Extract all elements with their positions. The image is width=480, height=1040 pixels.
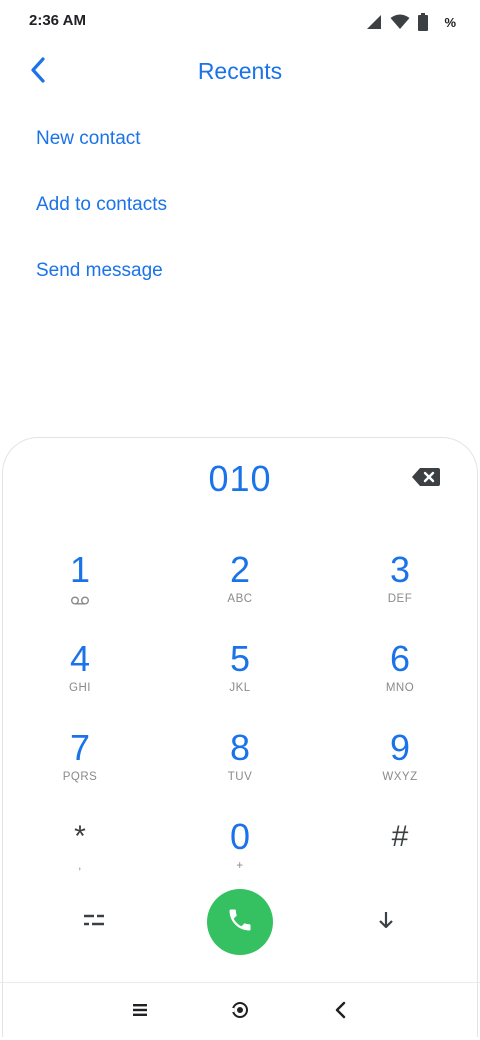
key-1[interactable]: 1 bbox=[20, 548, 140, 628]
key-letters: PQRS bbox=[62, 771, 98, 783]
key-digit: * bbox=[74, 820, 86, 853]
key-3[interactable]: 3 DEF bbox=[340, 548, 460, 628]
dialpad-options-icon bbox=[82, 911, 106, 934]
status-time: 2:36 AM bbox=[29, 12, 86, 29]
key-7[interactable]: 7 PQRS bbox=[20, 726, 140, 806]
key-letters: DEF bbox=[387, 593, 413, 605]
key-digit: 3 bbox=[389, 549, 411, 590]
dialer-screen: 2:36 AM % Recents New contact Add to con… bbox=[0, 0, 480, 1040]
chevron-left-icon bbox=[30, 56, 46, 88]
key-digit: 4 bbox=[69, 638, 91, 679]
key-digit: 5 bbox=[229, 638, 251, 679]
dialpad-options-button[interactable] bbox=[74, 906, 114, 938]
key-letters: GHI bbox=[69, 682, 91, 694]
key-letters: TUV bbox=[227, 771, 253, 783]
call-button[interactable] bbox=[207, 889, 273, 955]
nav-back-button[interactable] bbox=[320, 996, 360, 1028]
key-5[interactable]: 5 JKL bbox=[180, 637, 300, 717]
key-letters: ABC bbox=[227, 593, 253, 605]
key-digit: 0 bbox=[229, 816, 251, 857]
signal-icon bbox=[366, 14, 382, 30]
key-hash[interactable]: # bbox=[340, 815, 460, 895]
backspace-button[interactable] bbox=[408, 466, 444, 492]
key-letters: WXYZ bbox=[382, 771, 418, 783]
status-bar: 2:36 AM % bbox=[0, 0, 480, 44]
key-6[interactable]: 6 MNO bbox=[340, 637, 460, 717]
page-title: Recents bbox=[197, 58, 283, 84]
new-contact-option[interactable]: New contact bbox=[36, 128, 141, 150]
nav-divider bbox=[0, 982, 480, 983]
key-digit: # bbox=[391, 820, 409, 853]
key-digit: 1 bbox=[69, 549, 91, 590]
phone-icon bbox=[226, 906, 254, 939]
back-button[interactable] bbox=[20, 54, 56, 90]
key-digit: 9 bbox=[389, 727, 411, 768]
recents-apps-button[interactable] bbox=[120, 996, 160, 1028]
recents-apps-icon bbox=[132, 1003, 148, 1022]
back-icon bbox=[334, 1001, 346, 1024]
key-digit: 8 bbox=[229, 727, 251, 768]
battery-percent: % bbox=[444, 14, 456, 30]
key-8[interactable]: 8 TUV bbox=[180, 726, 300, 806]
arrow-down-icon bbox=[377, 910, 395, 935]
key-2[interactable]: 2 ABC bbox=[180, 548, 300, 628]
send-message-option[interactable]: Send message bbox=[36, 260, 163, 282]
key-letters: JKL bbox=[229, 682, 251, 694]
home-button[interactable] bbox=[220, 996, 260, 1028]
collapse-dialpad-button[interactable] bbox=[366, 906, 406, 938]
key-letters: + bbox=[236, 860, 244, 872]
wifi-icon bbox=[390, 14, 410, 30]
key-0[interactable]: 0 + bbox=[180, 815, 300, 895]
voicemail-icon bbox=[20, 596, 140, 605]
home-icon bbox=[230, 1000, 250, 1025]
backspace-icon bbox=[412, 467, 440, 491]
top-bar: Recents bbox=[0, 48, 480, 98]
key-letters: MNO bbox=[385, 682, 415, 694]
key-digit: 6 bbox=[389, 638, 411, 679]
key-4[interactable]: 4 GHI bbox=[20, 637, 140, 717]
key-digit: 7 bbox=[69, 727, 91, 768]
add-to-contacts-option[interactable]: Add to contacts bbox=[36, 194, 167, 216]
key-digit: 2 bbox=[229, 549, 251, 590]
battery-icon bbox=[418, 13, 429, 31]
status-icons: % bbox=[366, 12, 456, 32]
key-letters: , bbox=[78, 860, 82, 872]
key-9[interactable]: 9 WXYZ bbox=[340, 726, 460, 806]
key-star[interactable]: * , bbox=[20, 815, 140, 895]
